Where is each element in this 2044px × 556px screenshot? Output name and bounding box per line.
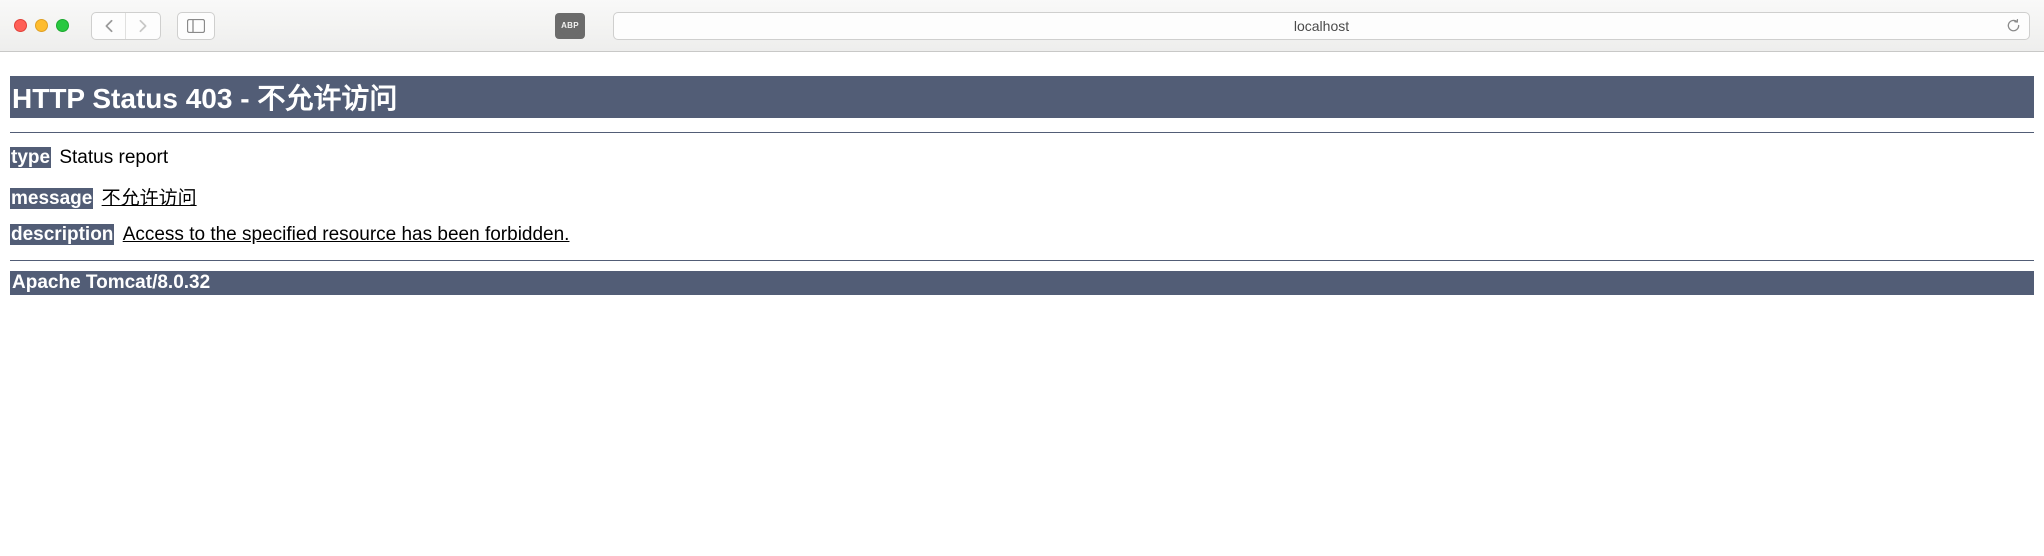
back-button[interactable] (92, 13, 126, 39)
status-heading: HTTP Status 403 - 不允许访问 (10, 76, 2034, 118)
address-text: localhost (644, 18, 1999, 34)
message-value: 不允许访问 (102, 188, 197, 209)
chevron-right-icon (137, 19, 149, 33)
address-bar[interactable]: localhost (613, 12, 2030, 40)
abp-icon: ABP (559, 15, 581, 37)
description-row: description Access to the specified reso… (10, 224, 2034, 246)
reload-icon (2006, 18, 2021, 33)
server-heading: Apache Tomcat/8.0.32 (10, 271, 2034, 295)
message-row: message 不允许访问 (10, 183, 2034, 210)
description-value: Access to the specified resource has bee… (123, 224, 570, 245)
browser-toolbar: ABP localhost (0, 0, 2044, 52)
navigation-buttons (91, 12, 161, 40)
page-content: HTTP Status 403 - 不允许访问 type Status repo… (0, 76, 2044, 295)
message-label: message (10, 188, 93, 209)
minimize-window-button[interactable] (35, 19, 48, 32)
chevron-left-icon (103, 19, 115, 33)
maximize-window-button[interactable] (56, 19, 69, 32)
forward-button[interactable] (126, 13, 160, 39)
sidebar-toggle-button[interactable] (177, 12, 215, 40)
type-row: type Status report (10, 147, 2034, 169)
close-window-button[interactable] (14, 19, 27, 32)
type-label: type (10, 147, 51, 168)
sidebar-icon (187, 19, 205, 33)
reload-button[interactable] (2003, 16, 2023, 36)
abp-extension-button[interactable]: ABP (555, 13, 585, 39)
type-value: Status report (59, 147, 168, 168)
window-controls (14, 19, 69, 32)
divider (10, 132, 2034, 133)
divider (10, 260, 2034, 261)
description-label: description (10, 224, 114, 245)
